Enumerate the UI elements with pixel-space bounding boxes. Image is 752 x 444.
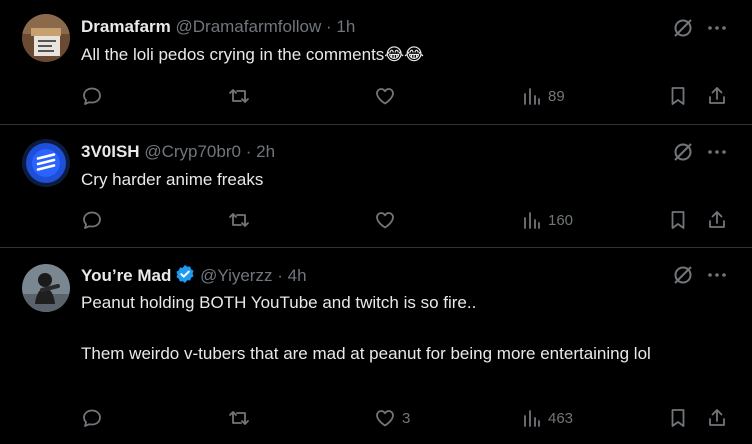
bookmark-icon xyxy=(668,407,688,429)
views-icon xyxy=(522,85,542,107)
display-name[interactable]: 3V0ISH xyxy=(81,142,140,161)
like-button[interactable] xyxy=(374,209,402,231)
share-button[interactable] xyxy=(706,407,728,429)
verified-icon xyxy=(175,264,195,290)
like-icon xyxy=(374,85,396,107)
more-icon[interactable] xyxy=(706,17,728,44)
post-header: Dramafarm @Dramafarmfollow · 1h xyxy=(81,16,355,38)
reply-icon xyxy=(81,85,103,107)
views-icon xyxy=(522,209,542,231)
reply-button[interactable] xyxy=(81,85,109,107)
reply-button[interactable] xyxy=(81,407,109,429)
bookmark-icon xyxy=(668,85,688,107)
repost-icon xyxy=(227,85,251,107)
post-header: You’re Mad @Yiyerzz · 4h xyxy=(81,264,307,290)
post[interactable]: You’re Mad @Yiyerzz · 4h Peanut holding … xyxy=(0,248,752,444)
post-text-line1: Peanut holding BOTH YouTube and twitch i… xyxy=(81,293,477,312)
separator: · xyxy=(277,266,283,285)
avatar[interactable] xyxy=(22,14,70,62)
views-count: 89 xyxy=(548,87,565,105)
repost-button[interactable] xyxy=(227,85,257,107)
display-name[interactable]: Dramafarm xyxy=(81,17,171,36)
user-handle[interactable]: @Yiyerzz xyxy=(200,266,272,285)
share-icon xyxy=(706,407,728,429)
more-icon[interactable] xyxy=(706,264,728,291)
more-icon[interactable] xyxy=(706,141,728,168)
separator: · xyxy=(245,142,252,161)
bookmark-icon xyxy=(668,209,688,231)
reply-icon xyxy=(81,209,103,231)
post-text: Cry harder anime freaks xyxy=(81,170,264,189)
display-name[interactable]: You’re Mad xyxy=(81,266,171,285)
timestamp[interactable]: 1h xyxy=(336,17,355,36)
repost-icon xyxy=(227,209,251,231)
bookmark-button[interactable] xyxy=(668,209,688,231)
views-button[interactable]: 160 xyxy=(522,209,573,231)
views-button[interactable]: 463 xyxy=(522,407,573,429)
reply-icon xyxy=(81,407,103,429)
repost-button[interactable] xyxy=(227,407,257,429)
grok-icon[interactable] xyxy=(672,264,694,291)
like-count: 3 xyxy=(402,409,411,427)
post[interactable]: 3V0ISH @Cryp70br0 · 2h Cry harder anime … xyxy=(0,125,752,247)
repost-button[interactable] xyxy=(227,209,257,231)
post-text: All the loli pedos crying in the comment… xyxy=(81,45,425,64)
post[interactable]: Dramafarm @Dramafarmfollow · 1h All the … xyxy=(0,0,752,124)
timestamp[interactable]: 4h xyxy=(288,266,307,285)
reply-button[interactable] xyxy=(81,209,109,231)
share-icon xyxy=(706,85,728,107)
post-top-actions xyxy=(672,264,728,291)
separator: · xyxy=(325,17,332,36)
user-handle[interactable]: @Cryp70br0 xyxy=(144,142,241,161)
avatar[interactable] xyxy=(22,139,70,187)
bookmark-button[interactable] xyxy=(668,407,688,429)
post-text-line2: Them weirdo v-tubers that are mad at pea… xyxy=(81,344,651,363)
grok-icon[interactable] xyxy=(672,17,694,44)
views-count: 160 xyxy=(548,211,574,229)
post-top-actions xyxy=(672,141,728,168)
views-button[interactable]: 89 xyxy=(522,85,565,107)
like-button[interactable]: 3 xyxy=(374,407,410,429)
like-button[interactable] xyxy=(374,85,402,107)
like-icon xyxy=(374,407,396,429)
repost-icon xyxy=(227,407,251,429)
bookmark-button[interactable] xyxy=(668,85,688,107)
share-button[interactable] xyxy=(706,85,728,107)
share-icon xyxy=(706,209,728,231)
grok-icon[interactable] xyxy=(672,141,694,168)
views-count: 463 xyxy=(548,409,574,427)
avatar[interactable] xyxy=(22,264,70,312)
user-handle[interactable]: @Dramafarmfollow xyxy=(176,17,322,36)
timestamp[interactable]: 2h xyxy=(256,142,275,161)
timeline-feed: Dramafarm @Dramafarmfollow · 1h All the … xyxy=(0,0,752,444)
post-header: 3V0ISH @Cryp70br0 · 2h xyxy=(81,141,275,163)
post-top-actions xyxy=(672,17,728,44)
share-button[interactable] xyxy=(706,209,728,231)
views-icon xyxy=(522,407,542,429)
like-icon xyxy=(374,209,396,231)
